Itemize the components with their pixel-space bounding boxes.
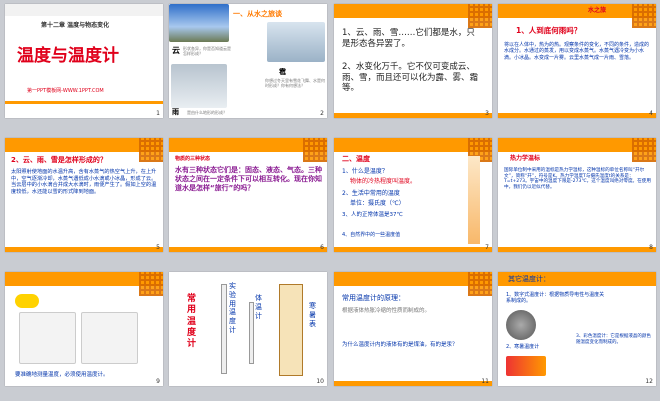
color-thermometer-image xyxy=(506,356,546,376)
slide-12: 其它温度计： 1、数字式温度计：根据物质导电性与温度关系制成的。 2、寒暑温度计… xyxy=(498,272,656,386)
slide-heading: 常用温度计的原理： xyxy=(342,294,405,302)
vertical-label-2: 实验用温度计 xyxy=(229,282,236,334)
point-2: 2、水变化万千。它不仅可变成云、雨、雪，而且还可以化为露、雾、霜等。 xyxy=(342,62,479,94)
vertical-label-4: 寒暑表 xyxy=(309,302,316,328)
chapter-label: 第十二章 温度与物态变化 xyxy=(41,22,110,29)
slide-title: 温度与温度计 xyxy=(17,46,119,66)
slide-thumb-1[interactable]: 第十二章 温度与物态变化 温度与温度计 第一PPT模板网-WWW.1PPT.CO… xyxy=(3,2,165,118)
sky-image xyxy=(169,4,229,42)
question-4: 4、自然界中的一些温度值 xyxy=(342,232,401,238)
slide-11: 常用温度计的原理： 根据液体热胀冷缩的性质而制成的。 为什么温度计内的液体有的是… xyxy=(334,272,492,386)
vertical-label-1: 常用温度计 xyxy=(187,294,197,349)
slide-1: 第十二章 温度与物态变化 温度与温度计 第一PPT模板网-WWW.1PPT.CO… xyxy=(5,4,163,118)
experiment-illustration-left xyxy=(19,312,76,364)
rain-label: 雨 xyxy=(172,108,179,116)
slide-body: 国际单位制中采用的温标是热力学温标，这种温标的单位名称叫“开尔文”，简称“开”，… xyxy=(504,168,651,191)
question-3: 3、人的正常体温是37℃ xyxy=(342,212,403,218)
slide-thumb-3[interactable]: 1、云、雨、雪……它们都是水，只是形态各异罢了。 2、水变化万千。它不仅可变成云… xyxy=(332,2,494,118)
slide-7: 二、温度 1、什么是温度？ 物体的冷热程度叫温度。 2、生活中常用的温度 单位：… xyxy=(334,138,492,252)
slide-10: 常用温度计 实验用温度计 体温计 寒暑表 10 xyxy=(169,272,327,386)
slide-6: 物质的三种状态 水有三种状态它们是：固态、液态、气态。三种状态之间在一定条件下可… xyxy=(169,138,327,252)
slide-2: 一、从水之旅谈 云 形状各异，你是否知道云是怎样形成？ 雹 你想过冬天里有雪花飞… xyxy=(169,4,327,118)
slide-number: 3 xyxy=(485,110,489,117)
slide-thumb-2[interactable]: 一、从水之旅谈 云 形状各异，你是否知道云是怎样形成？ 雹 你想过冬天里有雪花飞… xyxy=(167,2,329,118)
slide-heading: 一、从水之旅谈 xyxy=(233,10,282,18)
slide-number: 10 xyxy=(316,378,324,385)
wall-thermometer-image xyxy=(279,284,303,376)
slide-number: 12 xyxy=(645,378,653,385)
slide-8: 热力学温标 国际单位制中采用的温标是热力学温标，这种温标的单位名称叫“开尔文”，… xyxy=(498,138,656,252)
slide-number: 8 xyxy=(649,244,653,251)
point-1: 1、云、雨、雪……它们都是水，只是形态各异罢了。 xyxy=(342,28,475,49)
slide-thumb-6[interactable]: 物质的三种状态 水有三种状态它们是：固态、液态、气态。三种状态之间在一定条件下可… xyxy=(167,136,329,252)
cloud-label: 云 xyxy=(172,46,180,55)
question-1: 1、什么是温度？ xyxy=(342,168,388,175)
slide-number: 11 xyxy=(481,378,489,385)
slide-3: 1、云、雨、雪……它们都是水，只是形态各异罢了。 2、水变化万千。它不仅可变成云… xyxy=(334,4,492,118)
slide-footer: 第一PPT模板网-WWW.1PPT.COM xyxy=(27,88,104,94)
slide-body: 根据液体热胀冷缩的性质而制成的。 xyxy=(342,308,431,314)
slide-thumb-12[interactable]: 其它温度计： 1、数字式温度计：根据物质导电性与温度关系制成的。 2、寒暑温度计… xyxy=(496,270,658,386)
answer-1: 物体的冷热程度叫温度。 xyxy=(350,178,417,185)
slide-label: 物质的三种状态 xyxy=(175,156,211,162)
slide-heading: 其它温度计： xyxy=(508,275,550,283)
slide-question: 为什么温度计内的液体有的是煤油，有的是汞？ xyxy=(342,342,458,348)
slide-sorter-grid: 第十二章 温度与物态变化 温度与温度计 第一PPT模板网-WWW.1PPT.CO… xyxy=(0,0,660,401)
slide-thumb-10[interactable]: 常用温度计 实验用温度计 体温计 寒暑表 10 xyxy=(167,270,329,386)
experiment-illustration-right xyxy=(81,312,138,364)
slide-thumb-8[interactable]: 热力学温标 国际单位制中采用的温标是热力学温标，这种温标的单位名称叫“开尔文”，… xyxy=(496,136,658,252)
slide-thumb-11[interactable]: 常用温度计的原理： 根据液体热胀冷缩的性质而制成的。 为什么温度计内的液体有的是… xyxy=(332,270,494,386)
answer-2: 单位：摄氏度（℃） xyxy=(350,200,405,207)
body-thermometer-image xyxy=(249,302,254,364)
slide-number: 7 xyxy=(485,244,489,251)
slide-number: 2 xyxy=(320,110,324,117)
slide-heading: 二、温度 xyxy=(342,155,370,163)
item-3: 3、彩色温度计：它是根据液晶的颜色随温度变化而制成的。 xyxy=(576,334,651,345)
think-bubble-icon xyxy=(15,294,39,308)
slide-heading: 1、人到底何雨吗？ xyxy=(516,26,582,35)
slide-number: 6 xyxy=(320,244,324,251)
slide-5: 2、云、雨、雪是怎样形成的？ 太阳照射使地面的水温升高，含有水蒸气的热空气上升，… xyxy=(5,138,163,252)
slide-body: 太阳照射使地面的水温升高，含有水蒸气的热空气上升，在上升中，空气逐渐冷却，水蒸气… xyxy=(11,169,157,195)
item-1: 1、数字式温度计：根据物质导电性与温度关系制成的。 xyxy=(506,292,605,305)
slide-heading: 热力学温标 xyxy=(510,155,541,162)
snow-question: 你想过冬天里有雪花飞舞、水是何时形成？你有何想法？ xyxy=(265,78,325,88)
slide-number: 1 xyxy=(156,110,160,117)
hail-label: 雹 xyxy=(279,68,286,76)
slide-tag: 水之旅 xyxy=(588,7,607,14)
rain-question: 是由什么地形的形成？ xyxy=(187,110,227,115)
cloud-question: 形状各异，你是否知道云是怎样形成？ xyxy=(183,46,231,56)
slide-body: 水有三种状态它们是：固态、液态、气态。三种状态之间在一定条件下可以相互转化。现在… xyxy=(175,166,322,192)
lab-thermometer-image xyxy=(221,284,227,374)
slide-number: 9 xyxy=(156,378,160,385)
snow-trees-image xyxy=(267,22,325,62)
slide-body: 将以在人体中，热为的热。观察条件的变化，不同的条件，造成的水成分。水通过的蒸发，… xyxy=(504,42,650,61)
slide-thumb-4[interactable]: 水之旅 1、人到底何雨吗？ 将以在人体中，热为的热。观察条件的变化，不同的条件，… xyxy=(496,2,658,118)
slide-9: 要准确地测量温度，必须使用温度计。 9 xyxy=(5,272,163,386)
question-2: 2、生活中常用的温度 xyxy=(342,190,400,197)
slide-thumb-9[interactable]: 要准确地测量温度，必须使用温度计。 9 xyxy=(3,270,165,386)
digital-thermometer-image xyxy=(506,310,536,340)
slide-number: 5 xyxy=(156,244,160,251)
slide-caption: 要准确地测量温度，必须使用温度计。 xyxy=(15,372,109,378)
vertical-label-3: 体温计 xyxy=(255,294,262,320)
slide-4: 水之旅 1、人到底何雨吗？ 将以在人体中，热为的热。观察条件的变化，不同的条件，… xyxy=(498,4,656,118)
slide-thumb-7[interactable]: 二、温度 1、什么是温度？ 物体的冷热程度叫温度。 2、生活中常用的温度 单位：… xyxy=(332,136,494,252)
thermometer-scale-image xyxy=(468,156,480,244)
slide-thumb-5[interactable]: 2、云、雨、雪是怎样形成的？ 太阳照射使地面的水温升高，含有水蒸气的热空气上升，… xyxy=(3,136,165,252)
umbrella-image xyxy=(171,64,227,108)
slide-heading: 2、云、雨、雪是怎样形成的？ xyxy=(11,156,107,164)
item-2: 2、寒暑温度计 xyxy=(506,344,540,350)
slide-number: 4 xyxy=(649,110,653,117)
